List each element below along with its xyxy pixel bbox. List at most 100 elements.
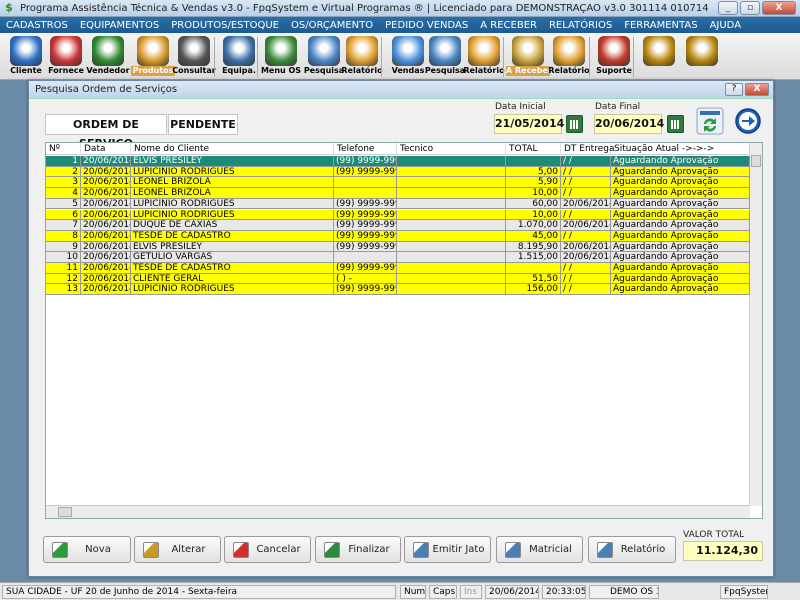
menu-produtos-estoque[interactable]: PRODUTOS/ESTOQUE <box>165 20 285 31</box>
close-button[interactable]: X <box>762 1 796 15</box>
toolbar-button-13[interactable]: Relatório <box>547 35 591 79</box>
menu-cadastros[interactable]: CADASTROS <box>0 20 74 31</box>
table-row[interactable]: 3 20/06/2014 LEONEL BRIZOLA 5,90/ / Aguardan… <box>46 177 750 189</box>
menu-pedido-vendas[interactable]: PEDIDO VENDAS <box>379 20 474 31</box>
table-row[interactable]: 6 20/06/2014 LUPICINIO RODRIGUES (99) 9999-… <box>46 209 750 221</box>
column-header-col-num[interactable]: Nº <box>46 143 81 155</box>
refresh-icon[interactable] <box>696 107 724 135</box>
toolbar-button-4[interactable]: Consultar <box>172 35 216 79</box>
cell-date: 20/06/2014 <box>83 273 131 285</box>
toolbar-button-0[interactable]: Cliente <box>4 35 48 79</box>
new-button[interactable]: Nova <box>43 536 131 563</box>
column-header-col-delivery[interactable]: DT Entrega <box>561 143 614 155</box>
cell-date: 20/06/2014 <box>83 252 131 263</box>
column-header-col-phone[interactable]: Telefone <box>334 143 397 155</box>
table-row[interactable]: 11 20/06/2014 TESDE DE CADASTRO (99) 9999-9… <box>46 263 750 274</box>
cell-tech <box>397 273 506 285</box>
toolbar-button-16[interactable] <box>680 35 724 79</box>
table-row[interactable]: 2 20/06/2014 LUPICINIO RODRIGUES (99) 9999-… <box>46 166 750 178</box>
date-start-label: Data Inicial <box>495 102 546 112</box>
date-end-field[interactable]: 20/06/2014 <box>594 114 664 134</box>
cell-status: Aguardando Aprovação <box>611 156 750 167</box>
toolbar-separator <box>633 37 634 77</box>
menu-relatorios[interactable]: RELATÓRIOS <box>543 20 618 31</box>
toolbar-button-10[interactable]: Pesquisa <box>423 35 467 79</box>
finish-button[interactable]: Finalizar <box>315 536 401 563</box>
menu-ajuda[interactable]: AJUDA <box>704 20 747 31</box>
tab-ordem-servico[interactable]: ORDEM DE SERVIÇO <box>45 114 167 150</box>
report-button[interactable]: Relatório <box>588 536 676 563</box>
dialog-close-button[interactable]: X <box>745 83 769 96</box>
arrow-right-icon[interactable] <box>734 107 762 135</box>
edit-button[interactable]: Alterar <box>134 536 221 563</box>
toolbar-button-15[interactable] <box>637 35 681 79</box>
help-button[interactable]: ? <box>725 83 743 96</box>
app-icon: $ <box>5 1 13 14</box>
print-inkjet-button[interactable]: Emitir Jato <box>404 536 491 563</box>
table-row[interactable]: 12 20/06/2014 CLIENTE GERAL( ) - 51,50/ / Ag… <box>46 273 750 285</box>
table-row[interactable]: 13 20/06/2014 LUPICINIO RODRIGUES (99) 9999… <box>46 284 750 296</box>
cell-num: 10 <box>46 252 81 263</box>
status-date: 20/06/2014 <box>485 585 539 599</box>
menu-equipamentos[interactable]: EQUIPAMENTOS <box>74 20 165 31</box>
toolbar-button-6[interactable]: Menu OS <box>259 35 303 79</box>
table-row[interactable]: 720/06/2014DUQUE DE CAXIAS(99) 9999-9999… <box>46 220 750 231</box>
button-label: Matricial <box>529 544 572 555</box>
calendar-start-icon[interactable] <box>566 115 583 133</box>
column-header-col-total[interactable]: TOTAL <box>506 143 561 155</box>
toolbar-button-3[interactable]: Produtos <box>131 35 175 79</box>
toolbar-button-5[interactable]: Equipa. <box>217 35 261 79</box>
vertical-scrollbar[interactable] <box>749 143 762 506</box>
table-row[interactable]: 4 20/06/2014 LEONEL BRIZOLA 10,00/ / Aguarda… <box>46 188 750 199</box>
cell-num: 2 <box>46 166 81 178</box>
column-header-col-date[interactable]: Data <box>81 143 131 155</box>
toolbar-button-1[interactable]: Fornece <box>44 35 88 79</box>
cancel-os-button[interactable]: Cancelar <box>224 536 311 563</box>
date-start-field[interactable]: 21/05/2014 <box>494 114 564 134</box>
equipment-icon <box>223 36 255 66</box>
horizontal-scrollbar[interactable] <box>46 505 750 518</box>
column-header-col-status[interactable]: Situação Atual ->->-> <box>611 143 750 155</box>
button-label: Cancelar <box>256 544 301 555</box>
table-row[interactable]: 5 20/06/2014 LUPICINIO RODRIGUES (99) 9999-… <box>46 198 750 210</box>
toolbar-button-8[interactable]: Relatório <box>340 35 384 79</box>
table-row[interactable]: 8 20/06/2014 TESDE DE CADASTRO (99) 9999-99… <box>46 230 750 242</box>
toolbar-button-12[interactable]: A Receber <box>506 35 552 79</box>
printer-icon <box>346 36 378 66</box>
cell-total: 45,00 <box>506 230 561 242</box>
cell-delivery: / / <box>561 230 611 242</box>
tab-pendente[interactable]: PENDENTE <box>168 114 238 135</box>
toolbar-button-11[interactable]: Relatório <box>462 35 506 79</box>
cell-num: 13 <box>46 284 81 296</box>
cell-phone: (99) 9999-9999 <box>334 156 397 167</box>
column-header-col-tech[interactable]: Tecnico <box>397 143 506 155</box>
cell-date: 20/06/2014 <box>83 209 131 221</box>
dialog-title: Pesquisa Ordem de Serviços <box>35 84 178 95</box>
cell-status: Aguardando Aprovação <box>611 273 750 285</box>
table-row[interactable]: 10 20/06/2014 GETULIO VARGAS 1.515,00 20/06/… <box>46 252 750 263</box>
cell-date: 20/06/2014 <box>83 166 131 178</box>
toolbar-button-14[interactable]: Suporte <box>592 35 636 79</box>
coin-icon <box>643 36 675 66</box>
printer-icon <box>468 36 500 66</box>
table-row[interactable]: 920/06/2014ELVIS PRESILEY(99) 9999-99998… <box>46 241 750 253</box>
table-row[interactable]: 120/06/2014ELVIS PRESILEY(99) 9999-9999 /… <box>46 156 750 167</box>
menu-a-receber[interactable]: A RECEBER <box>474 20 543 31</box>
menu-os-orcamento[interactable]: OS/ORÇAMENTO <box>285 20 379 31</box>
cell-num: 3 <box>46 177 81 189</box>
calendar-end-icon[interactable] <box>667 115 684 133</box>
toolbar-button-2[interactable]: Vendedor <box>86 35 130 79</box>
status-caps: Caps <box>429 585 457 599</box>
button-label: Nova <box>85 544 111 555</box>
toolbar-label: Menu OS <box>260 66 302 75</box>
cell-num: 5 <box>46 198 81 210</box>
boxes-icon <box>137 36 169 66</box>
column-header-col-client[interactable]: Nome do Cliente <box>131 143 334 155</box>
cell-num: 6 <box>46 209 81 221</box>
minimize-button[interactable]: _ <box>718 1 738 15</box>
print-matrix-button[interactable]: Matricial <box>496 536 583 563</box>
cell-delivery: 20/06/2014 <box>563 241 611 253</box>
cell-date: 20/06/2014 <box>83 188 131 199</box>
maximize-button[interactable]: ▫ <box>740 1 760 15</box>
menu-ferramentas[interactable]: FERRAMENTAS <box>618 20 703 31</box>
